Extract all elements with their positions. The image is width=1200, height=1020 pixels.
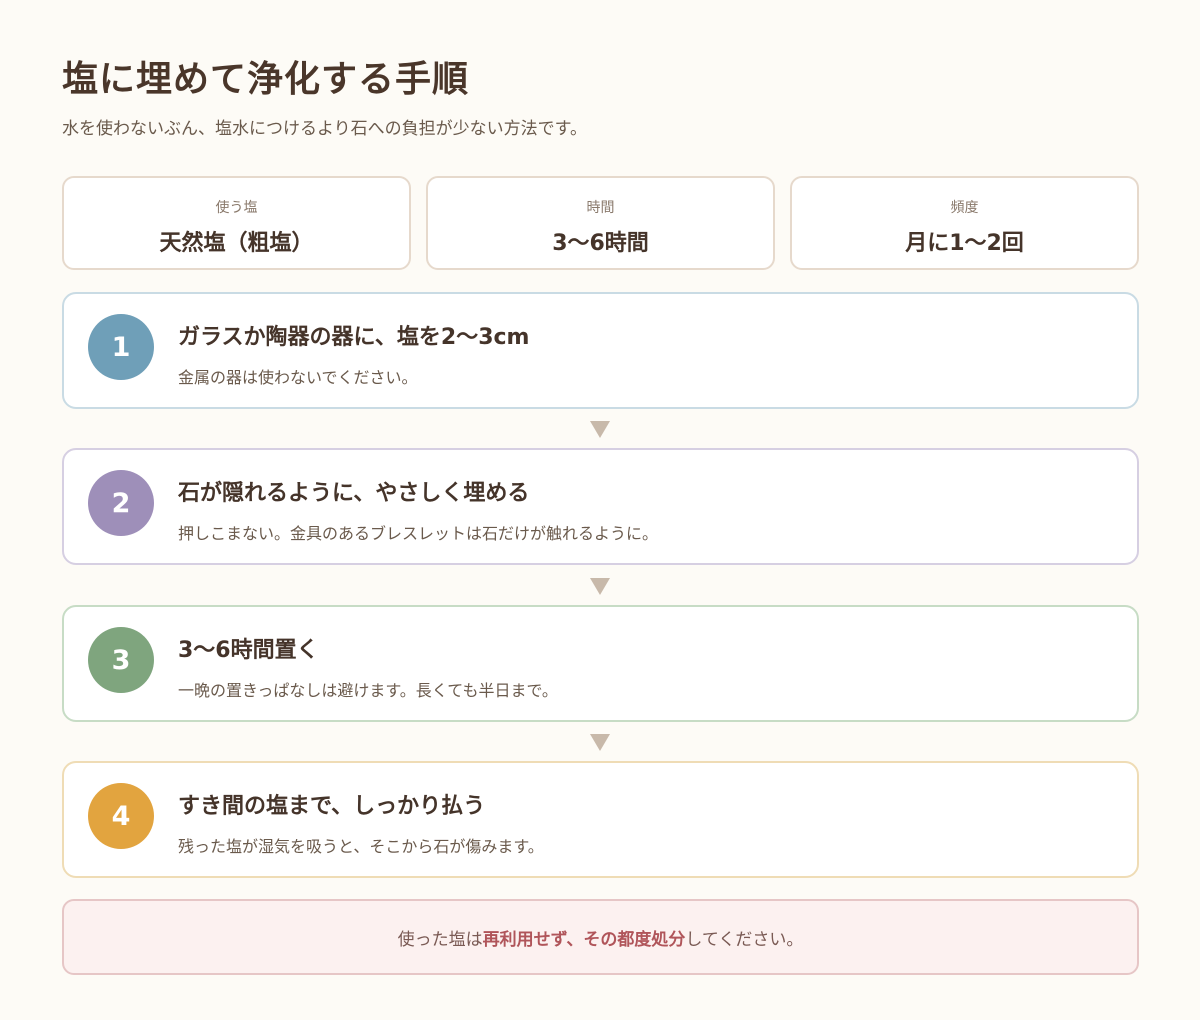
down-arrow-icon	[590, 421, 610, 438]
step-card-1: 1 ガラスか陶器の器に、塩を2〜3cm 金属の器は使わないでください。	[62, 292, 1139, 409]
down-arrow-icon	[590, 734, 610, 751]
note-text-before: 使った塩は	[397, 929, 483, 950]
step-number-badge: 2	[88, 470, 154, 536]
info-card-time: 時間 3〜6時間	[426, 176, 775, 270]
step-title: 石が隠れるように、やさしく埋める	[178, 481, 530, 506]
info-label: 使う塩	[215, 200, 258, 216]
info-cards: 使う塩 天然塩（粗塩） 時間 3〜6時間 頻度 月に1〜2回	[62, 176, 1139, 270]
step-number-badge: 4	[88, 783, 154, 849]
info-card-frequency: 頻度 月に1〜2回	[790, 176, 1139, 270]
page-title: 塩に埋めて浄化する手順	[62, 59, 470, 100]
step-card-3: 3 3〜6時間置く 一晩の置きっぱなしは避けます。長くても半日まで。	[62, 605, 1139, 722]
step-description: 金属の器は使わないでください。	[178, 368, 418, 387]
warning-note: 使った塩は 再利用せず、その都度処分 してください。	[62, 899, 1139, 975]
info-card-salt: 使う塩 天然塩（粗塩）	[62, 176, 411, 270]
info-value: 月に1〜2回	[905, 231, 1024, 256]
info-label: 時間	[586, 200, 615, 216]
step-card-2: 2 石が隠れるように、やさしく埋める 押しこまない。金具のあるブレスレットは石だ…	[62, 448, 1139, 565]
step-number-badge: 3	[88, 627, 154, 693]
down-arrow-icon	[590, 578, 610, 595]
info-value: 天然塩（粗塩）	[159, 231, 314, 256]
page-subtitle: 水を使わないぶん、塩水につけるより石への負担が少ない方法です。	[62, 119, 587, 139]
step-description: 一晩の置きっぱなしは避けます。長くても半日まで。	[178, 681, 558, 700]
step-description: 残った塩が湿気を吸うと、そこから石が傷みます。	[178, 837, 544, 856]
note-text-after: してください。	[685, 929, 804, 950]
info-value: 3〜6時間	[552, 231, 649, 256]
note-emphasis: 再利用せず、その都度処分	[482, 929, 686, 950]
step-title: 3〜6時間置く	[178, 638, 319, 663]
step-title: ガラスか陶器の器に、塩を2〜3cm	[178, 325, 530, 350]
step-card-4: 4 すき間の塩まで、しっかり払う 残った塩が湿気を吸うと、そこから石が傷みます。	[62, 761, 1139, 878]
info-label: 頻度	[950, 200, 979, 216]
step-title: すき間の塩まで、しっかり払う	[178, 794, 486, 819]
step-number-badge: 1	[88, 314, 154, 380]
step-description: 押しこまない。金具のあるブレスレットは石だけが触れるように。	[178, 524, 659, 543]
